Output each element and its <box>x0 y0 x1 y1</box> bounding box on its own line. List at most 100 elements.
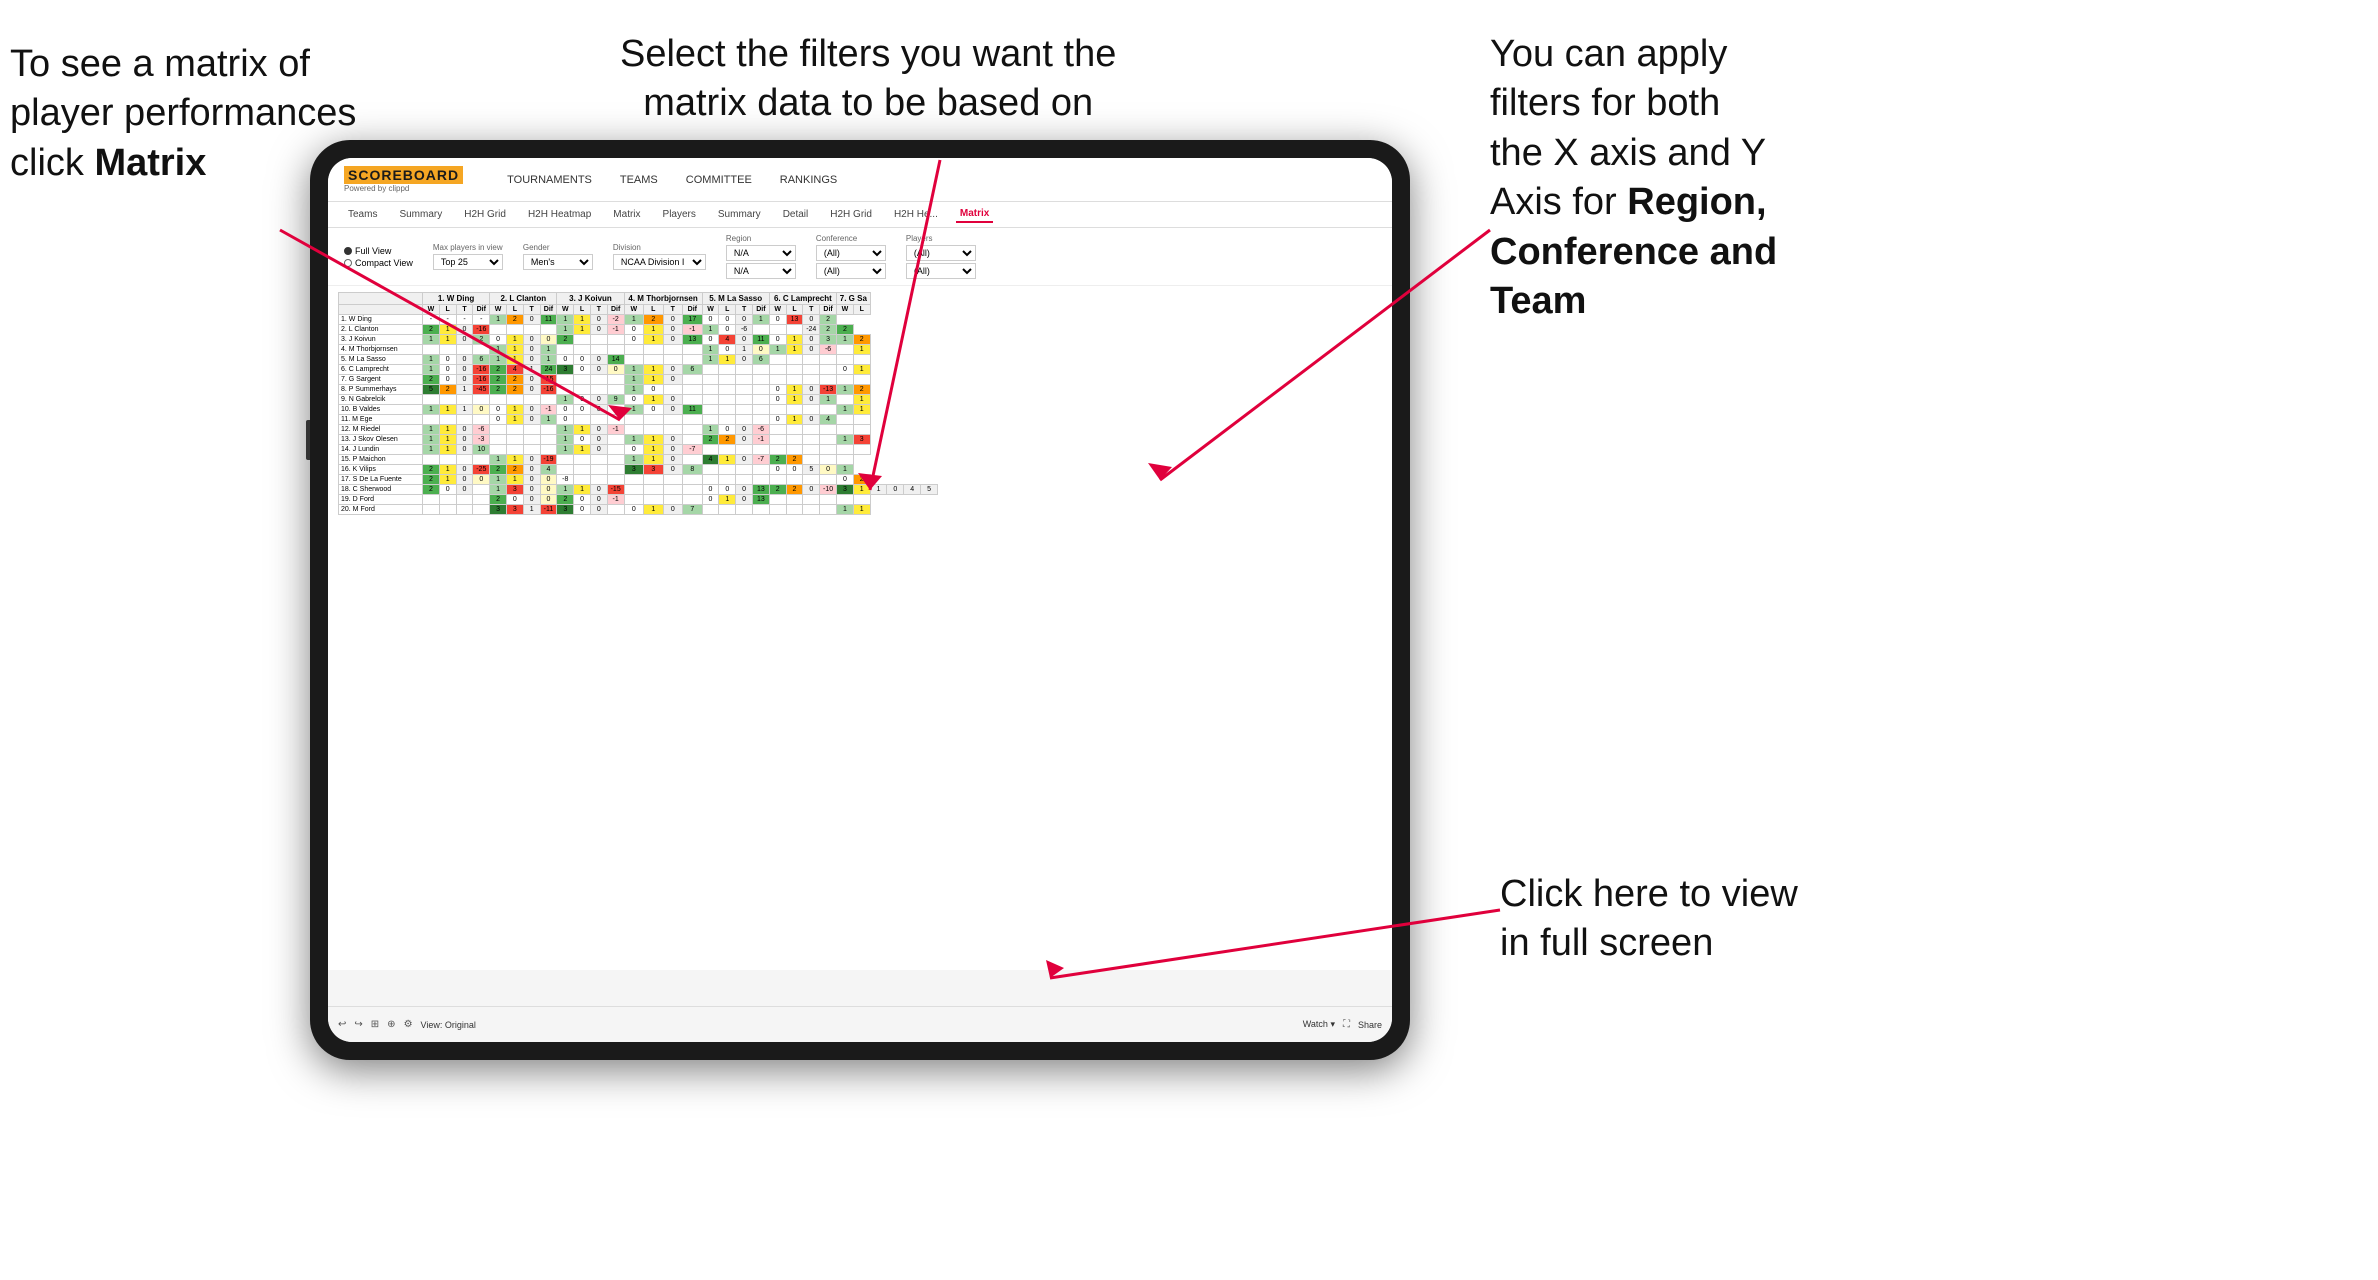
matrix-cell <box>736 415 753 425</box>
zoom-icon[interactable]: ⊕ <box>387 1019 395 1030</box>
matrix-cell: 0 <box>523 385 540 395</box>
compact-view-radio[interactable]: Compact View <box>344 258 413 268</box>
fullscreen-icon[interactable]: ⛶ <box>1343 1019 1350 1030</box>
sh-t6: T <box>803 305 820 315</box>
sh-t5: T <box>736 305 753 315</box>
matrix-cell: 0 <box>663 435 683 445</box>
matrix-cell: -24 <box>803 325 820 335</box>
tab-h2h-grid-2[interactable]: H2H Grid <box>826 207 876 222</box>
table-row: 13. J Skov Olesen110-3100110220-113 <box>339 435 938 445</box>
region-label: Region <box>726 234 796 243</box>
grid-icon[interactable]: ⊞ <box>371 1019 379 1030</box>
tab-summary[interactable]: Summary <box>395 207 446 222</box>
matrix-cell <box>736 405 753 415</box>
matrix-cell <box>523 425 540 435</box>
players-select-2[interactable]: (All) <box>906 263 976 279</box>
nav-committee[interactable]: COMMITTEE <box>682 172 756 188</box>
tab-h2h-grid[interactable]: H2H Grid <box>460 207 510 222</box>
view-label: View: Original <box>421 1020 476 1030</box>
matrix-cell <box>752 475 769 485</box>
col-header-6: 6. C Lamprecht <box>769 293 836 305</box>
matrix-cell: 2 <box>423 325 440 335</box>
tab-detail[interactable]: Detail <box>779 207 813 222</box>
redo-icon[interactable]: ↪ <box>354 1019 362 1030</box>
matrix-cell: 2 <box>719 435 736 445</box>
col-header-1: 1. W Ding <box>423 293 490 305</box>
matrix-cell: 0 <box>574 395 591 405</box>
gender-label: Gender <box>523 243 593 252</box>
tab-matrix-active[interactable]: Matrix <box>956 206 993 223</box>
conference-select-1[interactable]: (All) <box>816 245 886 261</box>
matrix-cell: 0 <box>540 485 557 495</box>
matrix-cell: 1 <box>719 495 736 505</box>
matrix-cell: 5 <box>921 485 938 495</box>
matrix-cell: 0 <box>557 355 574 365</box>
matrix-cell <box>456 395 473 405</box>
gender-select[interactable]: Men's <box>523 254 593 270</box>
matrix-cell <box>574 475 591 485</box>
matrix-cell <box>506 425 523 435</box>
matrix-cell <box>456 345 473 355</box>
tab-teams[interactable]: Teams <box>344 207 381 222</box>
sh-t1: T <box>456 305 473 315</box>
matrix-cell: 1 <box>506 475 523 485</box>
matrix-cell <box>719 385 736 395</box>
matrix-cell: 1 <box>506 345 523 355</box>
matrix-cell <box>719 395 736 405</box>
tab-players[interactable]: Players <box>659 207 700 222</box>
matrix-cell <box>644 415 664 425</box>
settings-icon[interactable]: ⚙ <box>404 1019 413 1030</box>
col-header-4: 4. M Thorbjornsen <box>624 293 702 305</box>
matrix-cell <box>490 395 507 405</box>
matrix-cell <box>769 375 786 385</box>
conference-select-2[interactable]: (All) <box>816 263 886 279</box>
matrix-cell <box>490 435 507 445</box>
watch-label[interactable]: Watch ▾ <box>1303 1019 1335 1030</box>
matrix-cell: -1 <box>683 325 703 335</box>
matrix-cell <box>607 345 624 355</box>
matrix-cell: 1 <box>836 465 853 475</box>
matrix-cell: 0 <box>540 335 557 345</box>
matrix-cell <box>557 385 574 395</box>
header-empty <box>339 293 423 305</box>
players-select-1[interactable]: (All) <box>906 245 976 261</box>
tab-matrix-1[interactable]: Matrix <box>609 207 644 222</box>
matrix-cell: 1 <box>752 315 769 325</box>
nav-teams[interactable]: TEAMS <box>616 172 662 188</box>
undo-icon[interactable]: ↩ <box>338 1019 346 1030</box>
matrix-cell: 5 <box>423 385 440 395</box>
tab-summary-2[interactable]: Summary <box>714 207 765 222</box>
matrix-cell: 1 <box>786 385 803 395</box>
matrix-cell <box>473 395 490 405</box>
max-players-select[interactable]: Top 25 <box>433 254 503 270</box>
matrix-cell: 1 <box>506 455 523 465</box>
share-label[interactable]: Share <box>1358 1020 1382 1030</box>
tab-h2h-heatmap[interactable]: H2H Heatmap <box>524 207 595 222</box>
tab-h2h-he[interactable]: H2H He... <box>890 207 942 222</box>
matrix-cell: 0 <box>574 365 591 375</box>
nav-rankings[interactable]: RANKINGS <box>776 172 841 188</box>
division-select[interactable]: NCAA Division I <box>613 254 706 270</box>
tablet-side-button <box>306 420 310 460</box>
matrix-cell <box>644 495 664 505</box>
matrix-cell <box>769 365 786 375</box>
annotation-tr-bold3: Team <box>1490 280 1586 322</box>
matrix-cell <box>683 375 703 385</box>
matrix-cell: 6 <box>683 365 703 375</box>
matrix-cell: 0 <box>473 405 490 415</box>
matrix-cell: 3 <box>624 465 644 475</box>
full-view-radio[interactable]: Full View <box>344 246 413 256</box>
region-select-2[interactable]: N/A <box>726 263 796 279</box>
matrix-cell <box>803 505 820 515</box>
region-select-1[interactable]: N/A <box>726 245 796 261</box>
matrix-cell: -6 <box>752 425 769 435</box>
matrix-area[interactable]: 1. W Ding 2. L Clanton 3. J Koivun 4. M … <box>328 286 1392 970</box>
matrix-cell: 0 <box>719 345 736 355</box>
annotation-tl-bold: Matrix <box>94 142 206 184</box>
nav-tournaments[interactable]: TOURNAMENTS <box>503 172 596 188</box>
matrix-cell: 11 <box>540 315 557 325</box>
matrix-cell <box>439 415 456 425</box>
matrix-cell: 2 <box>490 465 507 475</box>
matrix-cell <box>574 415 591 425</box>
matrix-cell <box>786 365 803 375</box>
